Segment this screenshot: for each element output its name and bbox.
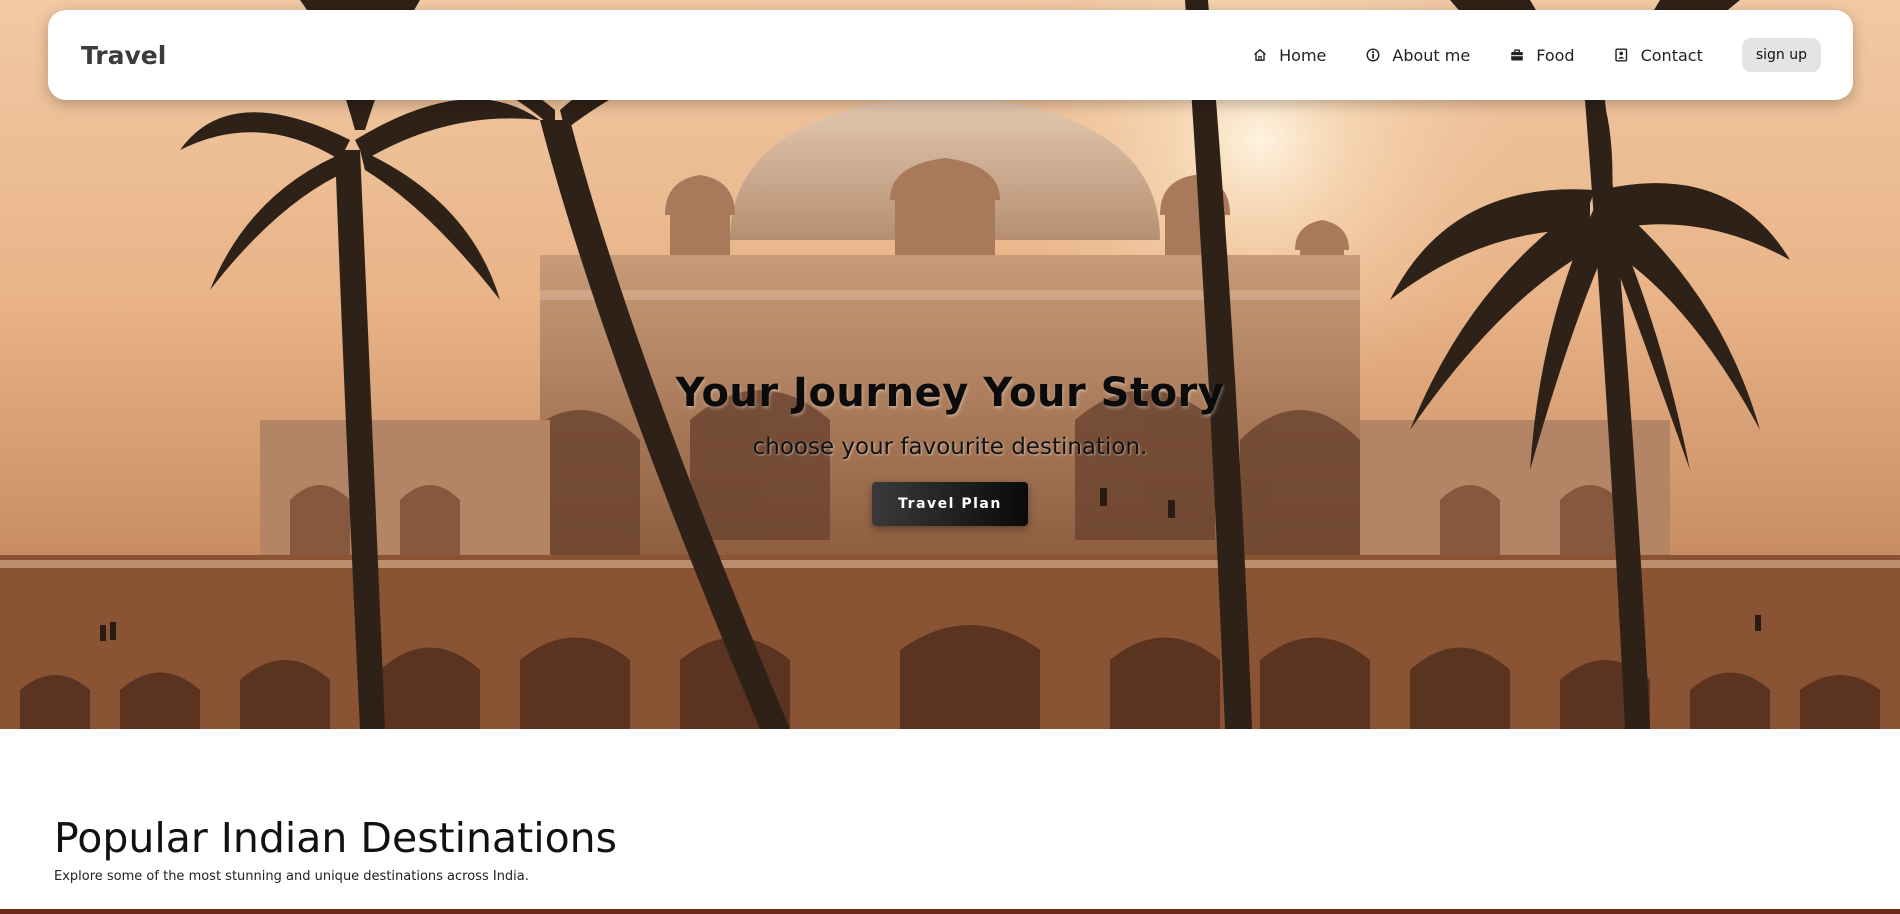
destinations-section: Popular Indian Destinations Explore some… [54, 814, 1054, 885]
nav-link-label: About me [1392, 45, 1471, 65]
info-icon [1365, 48, 1380, 63]
briefcase-icon [1509, 48, 1524, 63]
travel-plan-button[interactable]: Travel Plan [872, 482, 1028, 526]
hero-content: Your Journey Your Story choose your favo… [0, 370, 1900, 526]
brand-logo[interactable]: Travel [81, 41, 166, 70]
hero-section: Your Journey Your Story choose your favo… [0, 0, 1900, 729]
nav-link-contact[interactable]: Contact [1614, 46, 1703, 65]
hero-background-image [0, 0, 1900, 729]
section-divider [0, 909, 1900, 914]
nav-link-food[interactable]: Food [1509, 45, 1575, 65]
section-title: Popular Indian Destinations [54, 814, 618, 862]
signup-button[interactable]: sign up [1741, 38, 1821, 72]
navbar: Travel Home About me Food Contact sign u… [48, 10, 1853, 100]
nav-link-home[interactable]: Home [1252, 46, 1326, 65]
hero-title: Your Journey Your Story [675, 370, 1225, 416]
nav-links: Home About me Food Contact sign up [1252, 38, 1821, 72]
nav-link-about[interactable]: About me [1365, 46, 1470, 65]
nav-link-label: Contact [1640, 45, 1703, 65]
nav-link-label: Food [1536, 45, 1575, 65]
home-icon [1252, 48, 1267, 63]
contact-book-icon [1614, 48, 1629, 63]
nav-link-label: Home [1279, 45, 1327, 65]
section-description: Explore some of the most stunning and un… [54, 869, 529, 885]
hero-subtitle: choose your favourite destination. [752, 434, 1148, 460]
